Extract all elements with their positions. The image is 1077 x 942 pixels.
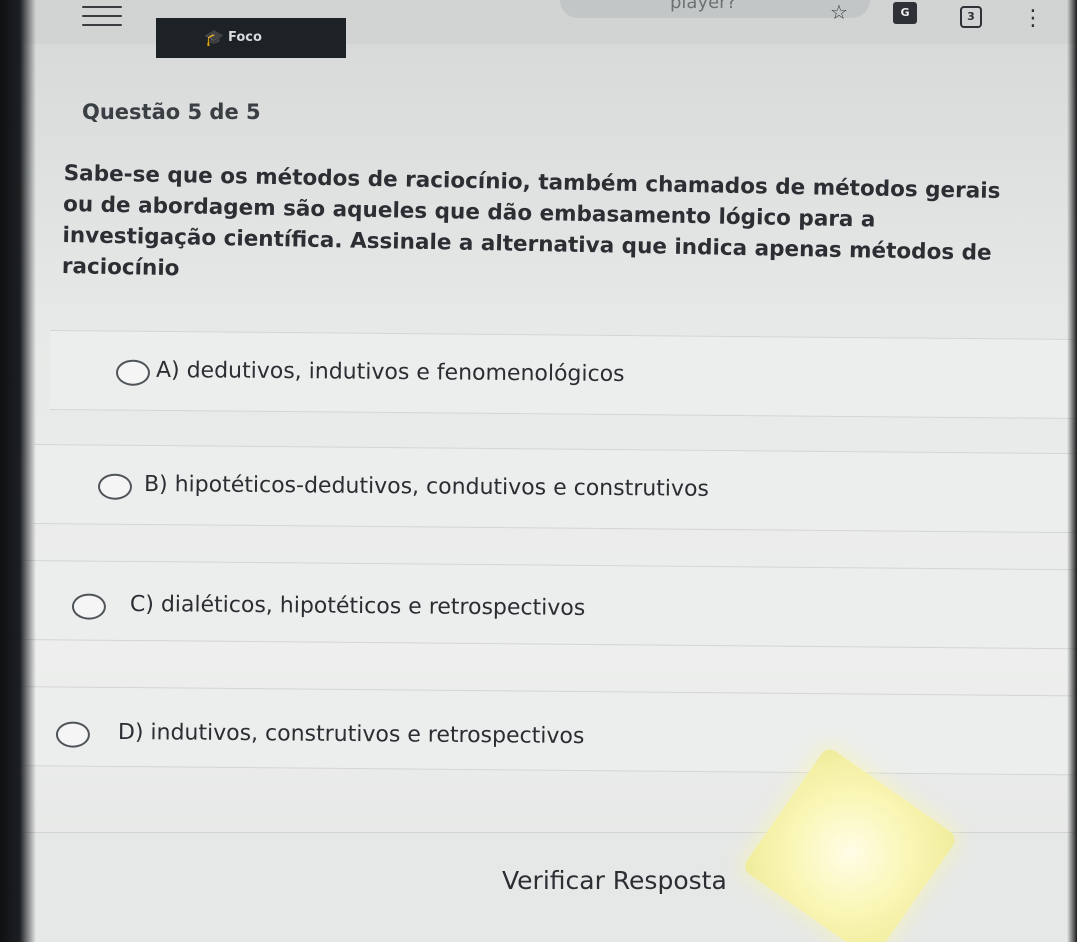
radio-b[interactable] bbox=[97, 473, 133, 500]
question-text: Sabe-se que os métodos de raciocínio, ta… bbox=[61, 160, 1001, 282]
verify-answer-button[interactable]: Verificar Resposta bbox=[502, 866, 727, 895]
star-icon[interactable]: ☆ bbox=[830, 0, 848, 24]
left-bezel bbox=[0, 0, 36, 942]
translate-icon[interactable]: G bbox=[893, 2, 917, 24]
option-a[interactable]: A) dedutivos, indutivos e fenomenológico… bbox=[49, 330, 1077, 419]
more-vertical-icon[interactable]: ⋮ bbox=[1022, 8, 1044, 30]
graduation-cap-icon: 🎓 bbox=[204, 28, 224, 47]
radio-c[interactable] bbox=[71, 593, 107, 620]
option-b[interactable]: B) hipotéticos-dedutivos, condutivos e c… bbox=[33, 444, 1077, 534]
option-d[interactable]: D) indutivos, construtivos e retrospecti… bbox=[5, 686, 1077, 776]
radio-a[interactable] bbox=[115, 359, 151, 386]
option-a-label: A) dedutivos, indutivos e fenomenológico… bbox=[155, 357, 625, 388]
logo-text: Foco bbox=[228, 30, 262, 45]
option-b-label: B) hipotéticos-dedutivos, condutivos e c… bbox=[143, 471, 710, 502]
address-bar-text: player? bbox=[670, 0, 737, 13]
option-d-label: D) indutivos, construtivos e retrospecti… bbox=[117, 719, 585, 750]
question-number: Questão 5 de 5 bbox=[82, 100, 261, 124]
option-c[interactable]: C) dialéticos, hipotéticos e retrospecti… bbox=[19, 560, 1077, 650]
app-logo: 🎓 Foco bbox=[156, 18, 346, 58]
app-screen: player? ☆ G 3 ⋮ 🎓 Foco Questão 5 de 5 Sa… bbox=[0, 0, 1077, 942]
hamburger-icon[interactable] bbox=[82, 6, 122, 30]
tabs-icon[interactable]: 3 bbox=[960, 6, 982, 28]
radio-d[interactable] bbox=[55, 721, 91, 748]
option-c-label: C) dialéticos, hipotéticos e retrospecti… bbox=[129, 591, 586, 621]
